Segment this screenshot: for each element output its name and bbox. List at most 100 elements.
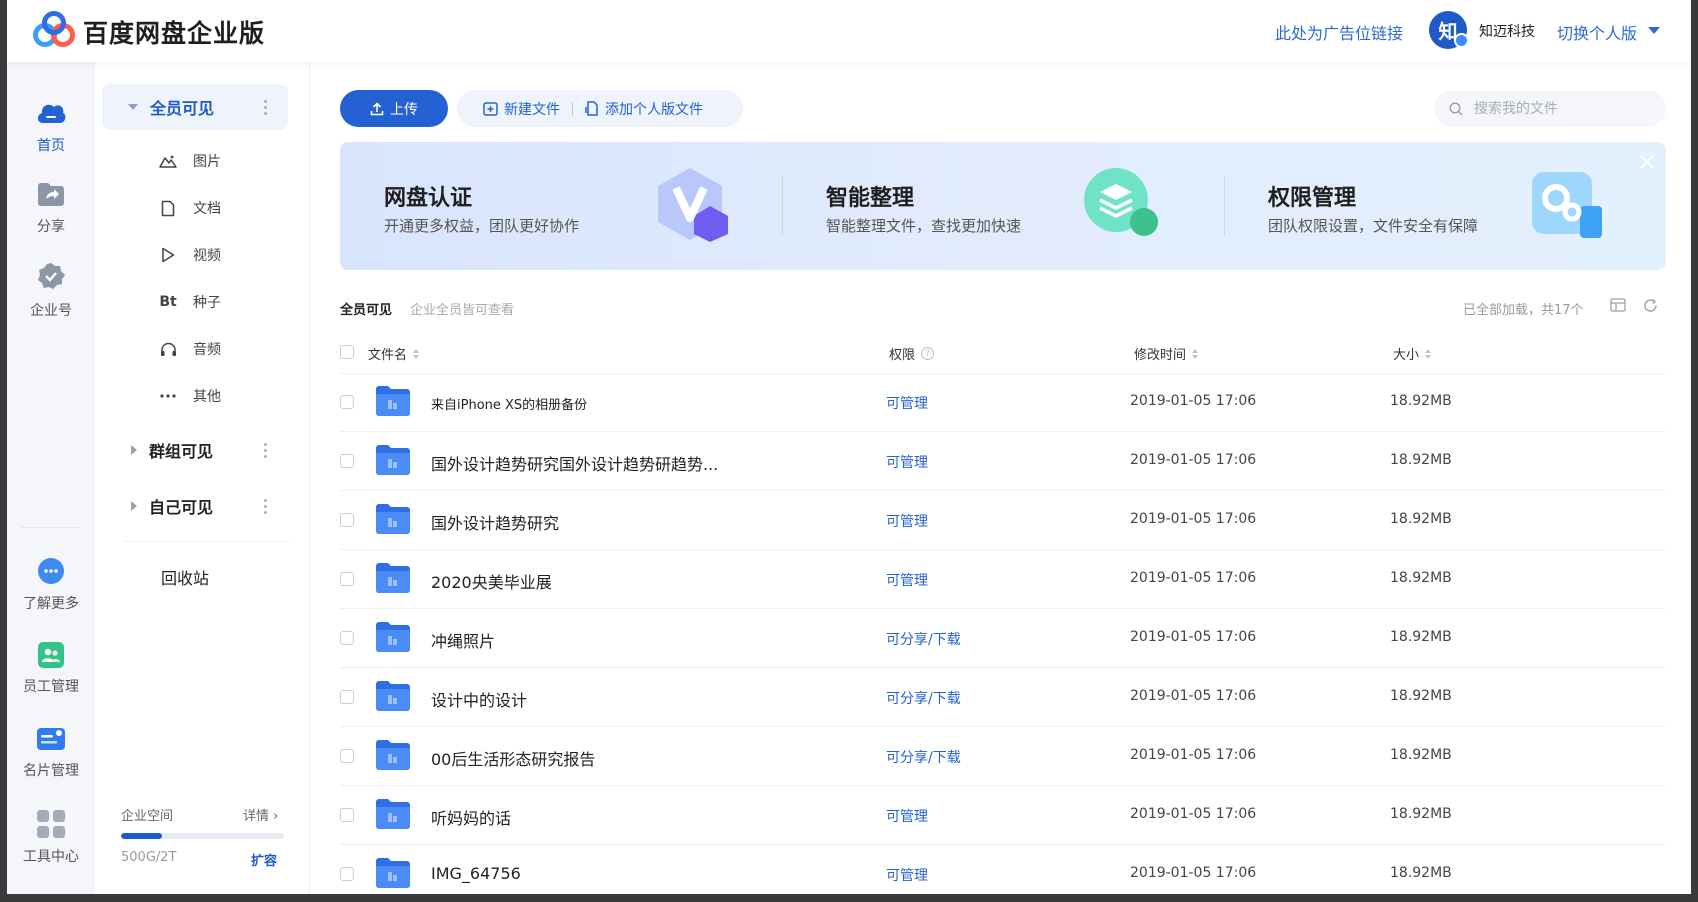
table-row[interactable]: IMG_64756 可管理 2019-01-05 17:06 18.92MB xyxy=(340,845,1666,894)
row-checkbox[interactable] xyxy=(340,572,354,586)
category-others[interactable]: 其他 xyxy=(157,384,221,408)
video-icon xyxy=(157,247,179,263)
rail-item-employees[interactable]: 员工管理 xyxy=(7,642,95,696)
rail-item-share[interactable]: 分享 xyxy=(7,180,95,236)
modified-time: 2019-01-05 17:06 xyxy=(1130,747,1257,763)
table-row[interactable]: 设计中的设计 可分享/下载 2019-01-05 17:06 18.92MB xyxy=(340,668,1666,727)
search-input[interactable] xyxy=(1434,90,1666,127)
storage-detail-link[interactable]: 详情 › xyxy=(243,805,278,824)
file-name[interactable]: IMG_64756 xyxy=(431,864,521,883)
row-checkbox[interactable] xyxy=(340,631,354,645)
row-checkbox[interactable] xyxy=(340,395,354,409)
business-card-icon xyxy=(37,728,65,750)
table-row[interactable]: 冲绳照片 可分享/下载 2019-01-05 17:06 18.92MB xyxy=(340,609,1666,668)
baidu-netdisk-logo-icon xyxy=(33,11,75,47)
promo-desc: 团队权限设置，文件安全有保障 xyxy=(1268,217,1479,235)
image-icon xyxy=(157,154,179,168)
company-name: 知迈科技 xyxy=(1479,24,1535,40)
folder-icon xyxy=(376,622,410,652)
table-row[interactable]: 来自iPhone XS的相册备份 可管理 2019-01-05 17:06 18… xyxy=(340,373,1666,432)
folder-icon xyxy=(376,386,410,416)
column-label: 文件名 xyxy=(368,348,408,363)
row-checkbox[interactable] xyxy=(340,690,354,704)
verify-v-icon xyxy=(658,168,728,242)
more-vertical-icon[interactable] xyxy=(264,498,268,514)
rail-label: 企业号 xyxy=(30,303,72,319)
column-header-name[interactable]: 文件名 xyxy=(368,344,420,363)
section-self-visible[interactable]: 自己可见 xyxy=(102,483,288,529)
file-name[interactable]: 国外设计趋势研究国外设计趋势研趋势... xyxy=(431,451,718,475)
section-group-visible[interactable]: 群组可见 xyxy=(102,427,288,473)
row-checkbox[interactable] xyxy=(340,513,354,527)
row-checkbox[interactable] xyxy=(340,454,354,468)
more-vertical-icon[interactable] xyxy=(264,442,268,458)
add-personal-file-icon xyxy=(585,101,598,116)
file-name[interactable]: 设计中的设计 xyxy=(431,687,527,711)
storage-progress-fill xyxy=(121,833,162,839)
promo-desc: 智能整理文件，查找更加快速 xyxy=(826,217,1022,235)
category-images[interactable]: 图片 xyxy=(157,149,221,173)
file-size: 18.92MB xyxy=(1390,629,1452,645)
category-documents[interactable]: 文档 xyxy=(157,196,221,220)
load-status: 已全部加载，共17个 xyxy=(1463,303,1584,318)
row-checkbox[interactable] xyxy=(340,749,354,763)
folder-icon xyxy=(376,799,410,829)
table-row[interactable]: 国外设计趋势研究 可管理 2019-01-05 17:06 18.92MB xyxy=(340,491,1666,550)
category-videos[interactable]: 视频 xyxy=(157,243,221,267)
button-separator xyxy=(572,101,573,116)
caret-down-icon[interactable] xyxy=(1648,27,1660,34)
rail-item-learn-more[interactable]: 了解更多 xyxy=(7,557,95,613)
table-view-icon[interactable] xyxy=(1610,298,1626,312)
file-name[interactable]: 00后生活形态研究报告 xyxy=(431,746,595,770)
file-name[interactable]: 听妈妈的话 xyxy=(431,805,511,829)
permission-label: 可分享/下载 xyxy=(886,632,961,648)
table-row[interactable]: 2020央美毕业展 可管理 2019-01-05 17:06 18.92MB xyxy=(340,550,1666,609)
rail-item-business-cards[interactable]: 名片管理 xyxy=(7,726,95,780)
category-torrents[interactable]: Bt 种子 xyxy=(157,290,221,314)
category-audio[interactable]: 音频 xyxy=(157,337,221,361)
switch-edition-link[interactable]: 切换个人版 xyxy=(1557,20,1637,44)
category-label: 种子 xyxy=(193,295,221,311)
file-size: 18.92MB xyxy=(1390,688,1452,704)
folder-icon xyxy=(376,504,410,534)
help-icon[interactable]: ? xyxy=(921,347,935,360)
table-row[interactable]: 00后生活形态研究报告 可分享/下载 2019-01-05 17:06 18.9… xyxy=(340,727,1666,786)
document-icon xyxy=(157,200,179,217)
section-all-members[interactable]: 全员可见 xyxy=(102,84,288,130)
new-file-button[interactable]: 新建文件 xyxy=(483,99,560,119)
rail-item-enterprise[interactable]: 企业号 xyxy=(7,262,95,320)
file-name[interactable]: 冲绳照片 xyxy=(431,628,495,652)
promo-smart-organize[interactable]: 智能整理 智能整理文件，查找更加快速 xyxy=(782,142,1222,270)
column-header-size[interactable]: 大小 xyxy=(1393,344,1432,363)
folder-icon xyxy=(376,681,410,711)
left-rail: 首页 分享 企业号 了解更多 员工管理 名片管理 工具中心 xyxy=(7,62,95,894)
sort-icon xyxy=(1425,348,1432,359)
share-icon xyxy=(38,183,64,206)
rail-item-tools[interactable]: 工具中心 xyxy=(7,810,95,866)
select-all-checkbox[interactable] xyxy=(340,345,354,359)
ad-link[interactable]: 此处为广告位链接 xyxy=(1275,20,1403,44)
row-checkbox[interactable] xyxy=(340,867,354,881)
close-icon[interactable] xyxy=(1635,150,1659,174)
file-name[interactable]: 2020央美毕业展 xyxy=(431,569,552,593)
row-checkbox[interactable] xyxy=(340,808,354,822)
refresh-icon[interactable] xyxy=(1643,298,1658,313)
column-header-modified[interactable]: 修改时间 xyxy=(1134,344,1199,363)
add-personal-files-button[interactable]: 添加个人版文件 xyxy=(585,99,703,119)
promo-verification[interactable]: 网盘认证 开通更多权益，团队更好协作 xyxy=(340,142,748,270)
more-vertical-icon[interactable] xyxy=(264,99,268,115)
new-file-label: 新建文件 xyxy=(504,101,560,118)
search-icon xyxy=(1449,102,1463,116)
column-label: 修改时间 xyxy=(1134,348,1187,363)
column-label: 权限 xyxy=(889,348,916,363)
file-name[interactable]: 来自iPhone XS的相册备份 xyxy=(431,394,587,413)
table-row[interactable]: 听妈妈的话 可管理 2019-01-05 17:06 18.92MB xyxy=(340,786,1666,845)
file-size: 18.92MB xyxy=(1390,570,1452,586)
file-name[interactable]: 国外设计趋势研究 xyxy=(431,510,559,534)
expand-storage-button[interactable]: 扩容 xyxy=(251,850,277,869)
upload-button[interactable]: 上传 xyxy=(340,90,448,127)
table-row[interactable]: 国外设计趋势研究国外设计趋势研趋势... 可管理 2019-01-05 17:0… xyxy=(340,432,1666,491)
promo-permissions[interactable]: 权限管理 团队权限设置，文件安全有保障 xyxy=(1224,142,1624,270)
rail-item-home[interactable]: 首页 xyxy=(7,97,95,155)
recycle-bin-link[interactable]: 回收站 xyxy=(161,565,209,589)
